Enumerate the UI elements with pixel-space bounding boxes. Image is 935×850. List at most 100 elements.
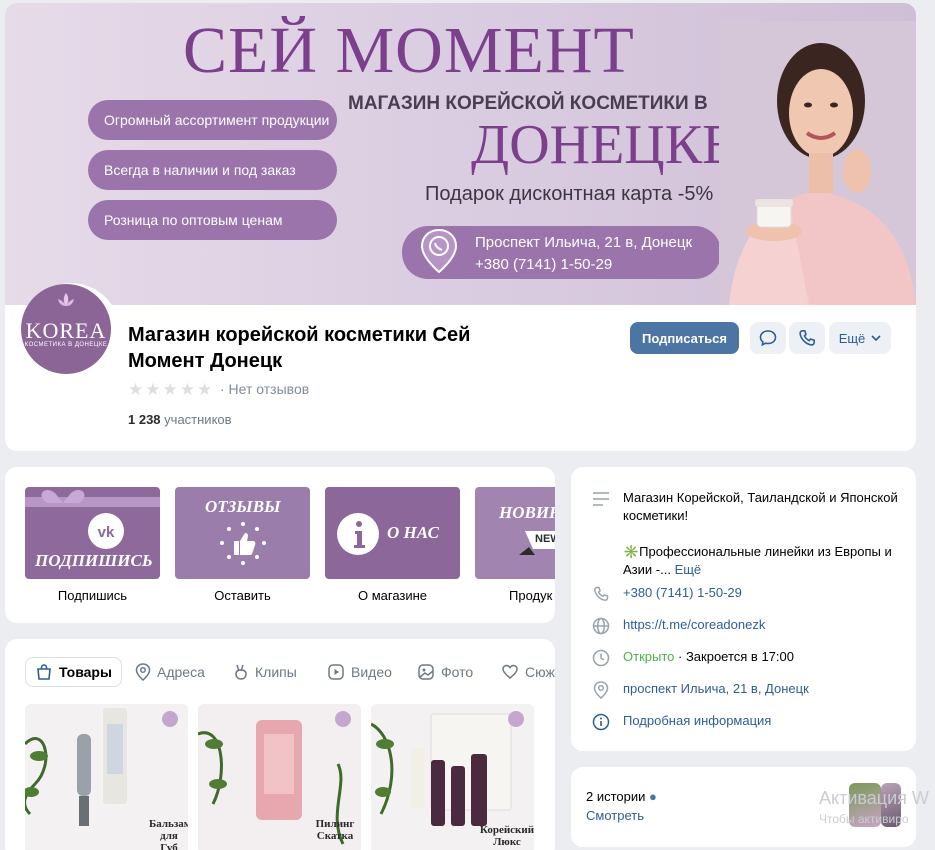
product-tag-line: Люкс — [493, 836, 521, 848]
activation-watermark: Активация W — [819, 788, 929, 808]
link-tile-reviews[interactable]: ОТЗЫВЫ — [175, 487, 310, 579]
tab-label: Фото — [441, 664, 474, 680]
description-line-1: Магазин Корейской, Таиландской и Японско… — [623, 490, 898, 523]
members-label: участников — [164, 412, 232, 427]
product-card[interactable]: Корейский Люкс — [371, 704, 534, 850]
site-link[interactable]: https://t.me/coreadonezk — [623, 616, 765, 634]
cover-pill: Огромный ассортимент продукции — [88, 100, 337, 140]
avatar-brand-sub: КОСМЕТИКА В ДОНЕЦКЕ — [24, 342, 108, 348]
tab-videos[interactable]: Видео — [327, 657, 392, 687]
location-pin-icon — [135, 663, 151, 681]
chat-icon — [759, 330, 777, 347]
tab-label: Видео — [351, 664, 392, 680]
product-tag: Корейский Люкс — [479, 824, 534, 848]
cover-banner[interactable]: СЕЙ МОМЕНТ МАГАЗИН КОРЕЙСКОЙ КОСМЕТИКИ В… — [5, 3, 916, 305]
new-badge: NEW — [535, 533, 555, 545]
link-label[interactable]: О магазине — [325, 588, 460, 603]
description-more-link[interactable]: Ещё — [675, 562, 702, 577]
more-label: Ещё — [838, 330, 866, 346]
product-tag-line: Бальзам — [149, 818, 188, 830]
tab-photos[interactable]: Фото — [417, 657, 473, 687]
tab-products[interactable]: Товары — [25, 657, 122, 687]
tab-label: Сюж — [525, 664, 555, 680]
links-widget: vk ПОДПИШИСЬ Подпишись ОТЗЫВЫ Оставить О… — [5, 467, 555, 623]
group-avatar[interactable]: KOREA КОСМЕТИКА В ДОНЕЦКЕ — [21, 284, 111, 374]
link-tile-about[interactable]: О НАС — [325, 487, 460, 579]
phone-icon — [594, 586, 609, 601]
lotus-icon — [58, 293, 74, 306]
phone-link[interactable]: +380 (7141) 1-50-29 — [623, 584, 742, 602]
stories-count: 2 истории ● — [586, 789, 657, 804]
info-site[interactable]: https://t.me/coreadonezk — [591, 616, 765, 636]
phone-icon — [799, 330, 815, 346]
subscribe-button[interactable]: Подписаться — [630, 322, 739, 354]
tab-clips[interactable]: Клипы — [233, 657, 297, 687]
cover-address: Проспект Ильича, 21 в, Донецк — [475, 234, 693, 251]
cover-address-pill: Проспект Ильича, 21 в, Донецк +380 (7141… — [402, 226, 721, 279]
description-text: ✳️Профессиональные линейки из Европы и А… — [623, 544, 892, 577]
chevron-down-icon — [871, 335, 881, 341]
cover-phone: +380 (7141) 1-50-29 — [475, 256, 613, 273]
cover-title: СЕЙ МОМЕНТ — [183, 14, 635, 87]
info-widget: Магазин Корейской, Таиландской и Японско… — [571, 467, 916, 751]
stories-count-text: 2 истории — [586, 789, 646, 804]
info-details[interactable]: Подробная информация — [591, 712, 771, 732]
video-icon — [328, 664, 344, 680]
link-tile-new[interactable]: НОВИН NEW — [475, 487, 555, 579]
link-tile-subscribe[interactable]: vk ПОДПИШИСЬ — [25, 487, 160, 579]
cover-pill: Всегда в наличии и под заказ — [88, 150, 337, 190]
product-tag: Пилинг Скатка — [310, 818, 360, 842]
star-icon: ★ — [197, 380, 213, 399]
product-card[interactable]: Пилинг Скатка — [198, 704, 361, 850]
tile-text: О НАС — [387, 523, 440, 542]
tab-addresses[interactable]: Адреса — [135, 657, 205, 687]
info-address[interactable]: проспект Ильича, 21 в, Донецк — [591, 680, 809, 700]
members-number: 1 238 — [128, 412, 161, 427]
tile-text: ПОДПИШИСЬ — [35, 551, 153, 570]
thumbs-up-icon — [220, 522, 266, 565]
clips-icon — [235, 664, 247, 680]
stories-view-link[interactable]: Смотреть — [586, 808, 644, 823]
reviews-link[interactable]: · Нет отзывов — [220, 381, 309, 397]
photo-icon — [418, 664, 434, 680]
group-title: Магазин корейской косметики Сей Момент Д… — [128, 324, 471, 372]
new-dot-icon: ● — [649, 789, 657, 804]
star-icon: ★ — [145, 380, 161, 399]
info-icon — [337, 513, 379, 555]
call-button[interactable] — [789, 322, 825, 354]
rating-stars[interactable]: ★ ★ ★ ★ ★ — [128, 380, 212, 400]
product-tag-line: для — [160, 830, 178, 842]
tab-label: Клипы — [255, 664, 297, 680]
status-close: · Закроется в 17:00 — [678, 649, 794, 664]
star-icon: ★ — [162, 380, 178, 399]
products-widget: Товары Адреса Клипы Видео Фото Сюж Бальз… — [5, 639, 555, 850]
location-pin-icon — [593, 681, 609, 699]
info-description: Магазин Корейской, Таиландской и Японско… — [591, 489, 903, 579]
product-tag-line: Скатка — [316, 830, 354, 842]
product-card[interactable]: Бальзам для Губ — [25, 704, 188, 850]
message-button[interactable] — [750, 322, 786, 354]
cover-subtitle: МАГАЗИН КОРЕЙСКОЙ КОСМЕТИКИ В — [348, 93, 708, 114]
avatar-brand: KOREA — [25, 318, 107, 343]
text-lines-icon — [593, 492, 609, 506]
svg-text:vk: vk — [98, 524, 115, 541]
members-count[interactable]: 1 238 участников — [128, 412, 232, 427]
model-photo — [719, 21, 916, 305]
link-label[interactable]: Продук — [475, 588, 555, 603]
product-tag: Бальзам для Губ — [149, 818, 188, 850]
tab-label: Товары — [59, 664, 112, 680]
location-phone-icon — [420, 228, 458, 274]
description-line-2: ✳️Профессиональные линейки из Европы и А… — [623, 543, 903, 579]
link-label[interactable]: Подпишись — [25, 588, 160, 603]
link-label[interactable]: Оставить — [175, 588, 310, 603]
tab-label: Адреса — [157, 664, 205, 680]
details-link[interactable]: Подробная информация — [623, 712, 771, 730]
info-hours[interactable]: Открыто · Закроется в 17:00 — [591, 648, 794, 668]
clock-icon — [592, 649, 610, 667]
more-button[interactable]: Ещё — [829, 322, 891, 354]
tab-stories[interactable]: Сюж — [501, 657, 555, 687]
info-phone[interactable]: +380 (7141) 1-50-29 — [591, 584, 742, 604]
star-icon: ★ — [179, 380, 195, 399]
address-link[interactable]: проспект Ильича, 21 в, Донецк — [623, 680, 809, 698]
globe-icon — [592, 617, 610, 635]
